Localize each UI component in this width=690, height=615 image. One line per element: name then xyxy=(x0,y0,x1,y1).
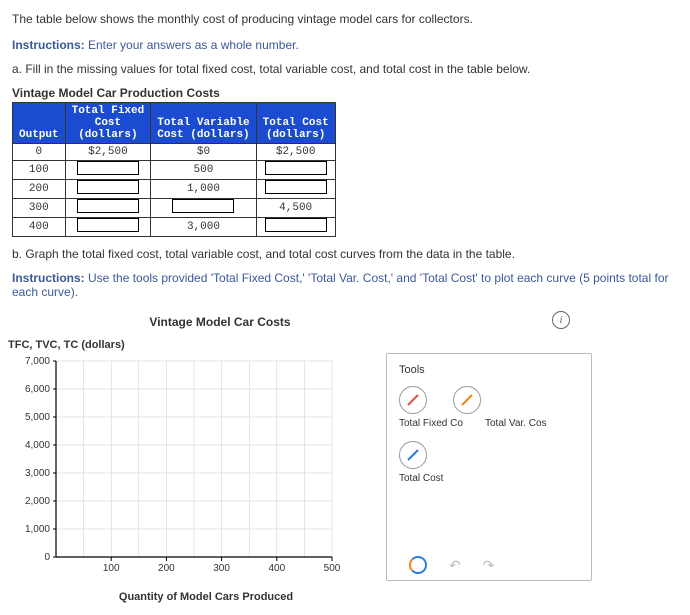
tool-label-tc: Total Cost xyxy=(399,473,479,484)
cell-output: 400 xyxy=(13,218,66,237)
cell-tvc xyxy=(151,199,256,218)
part-a-text: a. Fill in the missing values for total … xyxy=(12,62,677,76)
tool-total-var-cost[interactable] xyxy=(453,386,481,414)
cell-tfc xyxy=(65,180,151,199)
tfc-input[interactable] xyxy=(77,218,139,232)
cell-tvc: 500 xyxy=(151,161,256,180)
tool-label-tfc: Total Fixed Co xyxy=(399,418,479,429)
cell-output: 0 xyxy=(13,144,66,161)
tool-label-tvc: Total Var. Cos xyxy=(485,418,565,429)
table-row: 200 1,000 xyxy=(13,180,336,199)
th-tfc-3: (dollars) xyxy=(78,129,137,141)
svg-text:300: 300 xyxy=(213,563,230,574)
table-title: Vintage Model Car Production Costs xyxy=(12,86,677,100)
svg-text:400: 400 xyxy=(268,563,285,574)
instructions-label-2: Instructions: xyxy=(12,271,85,285)
th-tvc: Total Variable Cost (dollars) xyxy=(151,103,256,144)
tool-total-fixed-cost[interactable] xyxy=(399,386,427,414)
instructions-1: Instructions: Enter your answers as a wh… xyxy=(12,38,677,52)
cost-table: Output Total Fixed Cost (dollars) Total … xyxy=(12,102,336,237)
tools-heading: Tools xyxy=(399,364,579,376)
cell-tc: $2,500 xyxy=(256,144,335,161)
cell-output: 100 xyxy=(13,161,66,180)
tfc-input[interactable] xyxy=(77,180,139,194)
tools-panel: Tools Total Fixed Co Total Var. Cos Tota xyxy=(386,353,592,581)
redo-icon[interactable]: ↷ xyxy=(483,557,495,574)
th-output: Output xyxy=(13,103,66,144)
th-tfc-1: Total Fixed xyxy=(72,105,145,117)
cell-tfc xyxy=(65,161,151,180)
undo-icon[interactable]: ↶ xyxy=(449,557,461,574)
th-tvc-2: Cost (dollars) xyxy=(157,129,249,141)
cell-output: 300 xyxy=(13,199,66,218)
cell-tfc: $2,500 xyxy=(65,144,151,161)
th-tfc: Total Fixed Cost (dollars) xyxy=(65,103,151,144)
th-output-label: Output xyxy=(19,129,59,141)
instructions-2: Instructions: Use the tools provided 'To… xyxy=(12,271,677,299)
cell-tc xyxy=(256,180,335,199)
cell-tvc: $0 xyxy=(151,144,256,161)
svg-text:100: 100 xyxy=(103,563,120,574)
intro-text: The table below shows the monthly cost o… xyxy=(12,12,677,26)
svg-text:4,000: 4,000 xyxy=(25,440,50,451)
cell-tc xyxy=(256,161,335,180)
x-axis-label: Quantity of Model Cars Produced xyxy=(56,591,356,603)
svg-text:1,000: 1,000 xyxy=(25,524,50,535)
instructions-label-1: Instructions: xyxy=(12,38,85,52)
cell-tfc xyxy=(65,218,151,237)
th-tfc-2: Cost xyxy=(95,117,121,129)
y-axis-label: TFC, TVC, TC (dollars) xyxy=(8,339,677,351)
tool-footer-icons: ↶ ↷ xyxy=(409,556,494,574)
tvc-input[interactable] xyxy=(172,199,234,213)
chart-canvas[interactable]: 7,000 6,000 5,000 4,000 3,000 2,000 1,000 0 100… xyxy=(12,351,352,581)
info-icon[interactable]: i xyxy=(552,311,570,329)
tfc-input[interactable] xyxy=(77,161,139,175)
svg-text:3,000: 3,000 xyxy=(25,468,50,479)
svg-text:7,000: 7,000 xyxy=(25,356,50,367)
svg-text:0: 0 xyxy=(44,552,50,563)
svg-text:6,000: 6,000 xyxy=(25,384,50,395)
tool-total-cost[interactable] xyxy=(399,441,427,469)
th-tc-1: Total Cost xyxy=(263,117,329,129)
th-tc-2: (dollars) xyxy=(266,129,325,141)
instructions-text-2: Use the tools provided 'Total Fixed Cost… xyxy=(12,271,668,299)
table-row: 300 4,500 xyxy=(13,199,336,218)
instructions-text-1: Enter your answers as a whole number. xyxy=(85,38,299,52)
tc-input[interactable] xyxy=(265,180,327,194)
chart-title: Vintage Model Car Costs xyxy=(70,315,370,329)
cell-tc xyxy=(256,218,335,237)
chart-section: i Vintage Model Car Costs TFC, TVC, TC (… xyxy=(12,315,677,603)
refresh-icon[interactable] xyxy=(409,556,427,574)
cell-tc: 4,500 xyxy=(256,199,335,218)
tfc-input[interactable] xyxy=(77,199,139,213)
cell-tfc xyxy=(65,199,151,218)
cell-tvc: 1,000 xyxy=(151,180,256,199)
tc-input[interactable] xyxy=(265,161,327,175)
table-row: 400 3,000 xyxy=(13,218,336,237)
svg-text:200: 200 xyxy=(158,563,175,574)
part-b-text: b. Graph the total fixed cost, total var… xyxy=(12,247,677,261)
table-row: 0$2,500$0$2,500 xyxy=(13,144,336,161)
cell-output: 200 xyxy=(13,180,66,199)
th-tvc-1: Total Variable xyxy=(157,117,249,129)
svg-text:5,000: 5,000 xyxy=(25,412,50,423)
th-tc: Total Cost (dollars) xyxy=(256,103,335,144)
table-row: 100 500 xyxy=(13,161,336,180)
svg-text:2,000: 2,000 xyxy=(25,496,50,507)
svg-text:500: 500 xyxy=(324,563,341,574)
cell-tvc: 3,000 xyxy=(151,218,256,237)
tc-input[interactable] xyxy=(265,218,327,232)
